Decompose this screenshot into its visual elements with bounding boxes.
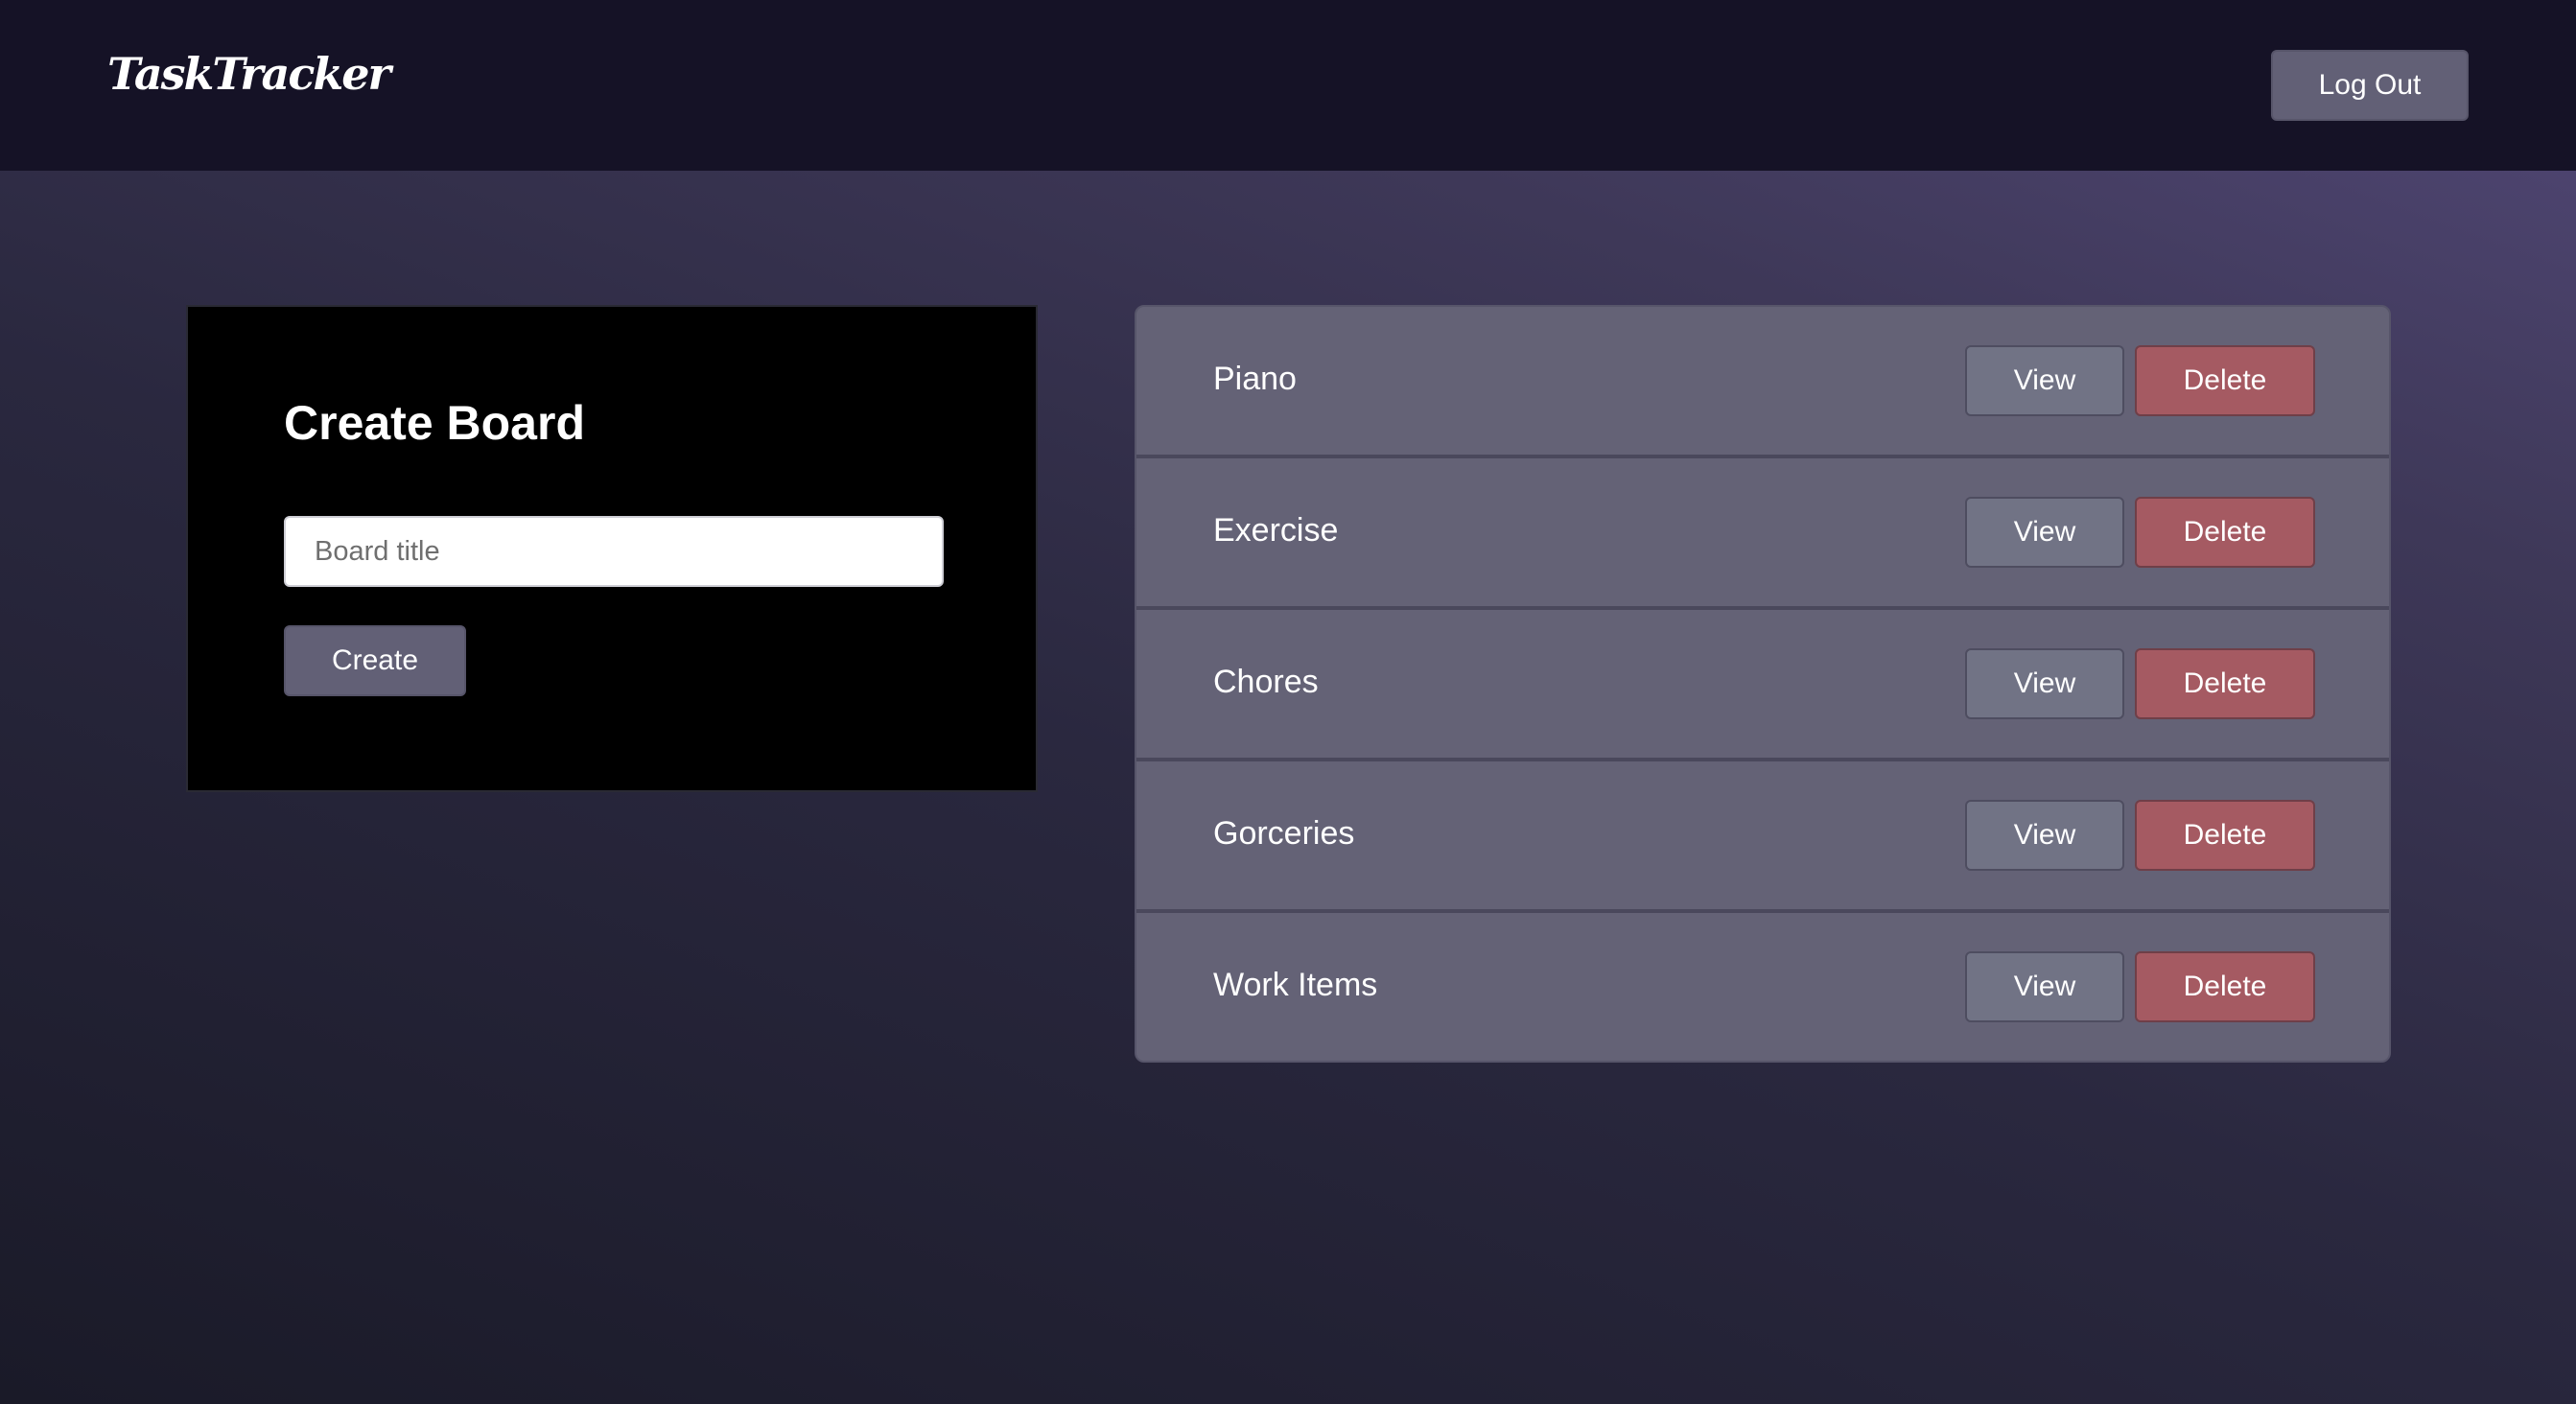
- view-button[interactable]: View: [1965, 497, 2124, 568]
- board-row: Gorceries View Delete: [1136, 761, 2389, 913]
- create-button[interactable]: Create: [284, 625, 466, 696]
- board-row: Piano View Delete: [1136, 307, 2389, 458]
- delete-button[interactable]: Delete: [2135, 648, 2315, 719]
- board-name: Work Items: [1213, 967, 1378, 1003]
- board-name: Exercise: [1213, 512, 1339, 549]
- create-board-title: Create Board: [284, 396, 585, 450]
- board-row: Exercise View Delete: [1136, 458, 2389, 610]
- view-button[interactable]: View: [1965, 800, 2124, 871]
- logout-button[interactable]: Log Out: [2271, 50, 2469, 121]
- board-row: Work Items View Delete: [1136, 913, 2389, 1061]
- view-button[interactable]: View: [1965, 951, 2124, 1022]
- board-name: Piano: [1213, 361, 1297, 397]
- delete-button[interactable]: Delete: [2135, 951, 2315, 1022]
- delete-button[interactable]: Delete: [2135, 800, 2315, 871]
- delete-button[interactable]: Delete: [2135, 345, 2315, 416]
- board-title-input[interactable]: [284, 516, 944, 587]
- view-button[interactable]: View: [1965, 648, 2124, 719]
- app-logo[interactable]: TaskTracker: [107, 52, 391, 96]
- board-name: Chores: [1213, 664, 1319, 700]
- view-button[interactable]: View: [1965, 345, 2124, 416]
- board-row: Chores View Delete: [1136, 610, 2389, 761]
- board-name: Gorceries: [1213, 815, 1355, 852]
- delete-button[interactable]: Delete: [2135, 497, 2315, 568]
- top-navbar: TaskTracker Log Out: [0, 0, 2576, 171]
- board-list: Piano View Delete Exercise View Delete C…: [1135, 305, 2391, 1063]
- create-board-card: Create Board Create: [186, 305, 1038, 792]
